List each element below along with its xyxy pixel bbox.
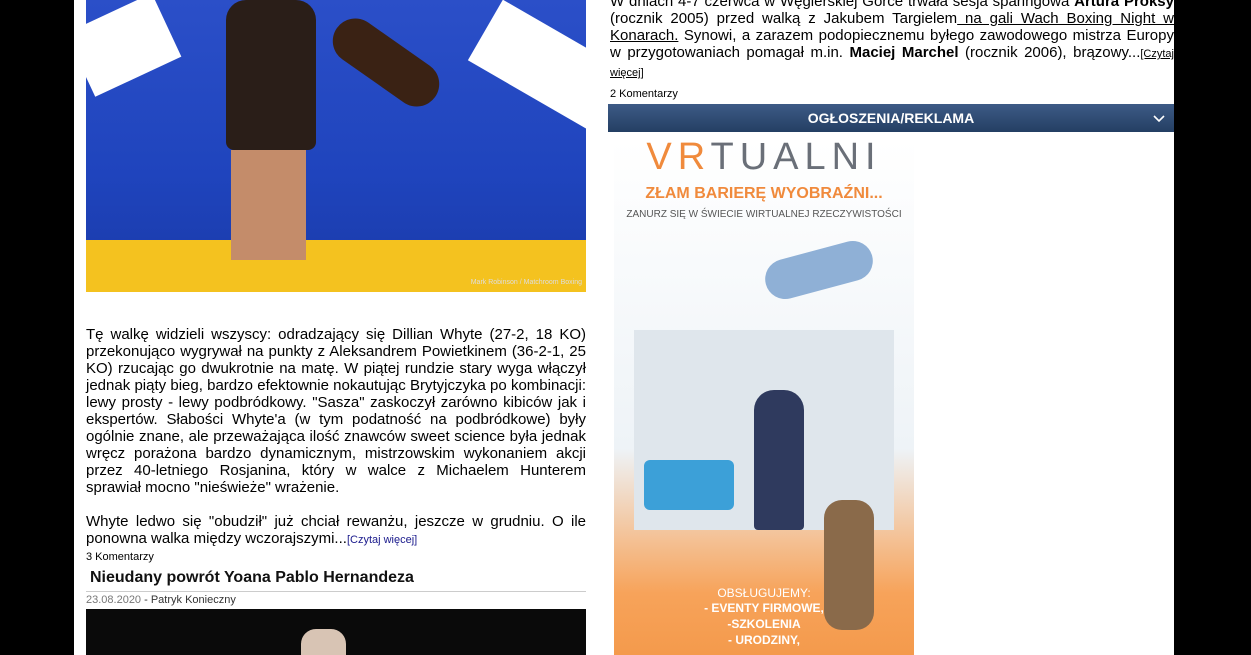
standing-fighter [226, 0, 316, 150]
ad-subtitle: ZANURZ SIĘ W ŚWIECIE WIRTUALNEJ RZECZYWI… [626, 209, 902, 220]
ad-services: OBSŁUGUJEMY: - EVENTY FIRMOWE, -SZKOLENI… [704, 586, 824, 647]
photo-caption: Mark Robinson / Matchroom Boxing [470, 279, 582, 286]
ad-slogan: ZŁAM BARIERĘ WYOBRAŹNI... [645, 185, 883, 202]
ad-illustration [634, 230, 894, 630]
ad-logo: VRTUALNI [646, 140, 882, 178]
read-more-link[interactable]: [Czytaj więcej] [347, 534, 417, 546]
left-column: Mark Robinson / Matchroom Boxing Tę walk… [86, 0, 586, 655]
article-author[interactable]: Patryk Konieczny [151, 594, 236, 606]
article-paragraph: Whyte ledwo się "obudził" już chciał rew… [86, 513, 586, 547]
article-excerpt: W dniach 4-7 czerwca w Węglerskiej Górce… [610, 0, 1174, 79]
comments-link[interactable]: 3 Komentarzy [86, 551, 586, 563]
ads-section-header[interactable]: OGŁOSZENIA/REKLAMA [608, 104, 1174, 132]
comments-link[interactable]: 2 Komentarzy [610, 88, 1174, 100]
article-title[interactable]: Nieudany powrót Yoana Pablo Hernandeza [90, 569, 586, 587]
advertisement-banner[interactable]: VRTUALNI ZŁAM BARIERĘ WYOBRAŹNI... ZANUR… [614, 140, 914, 655]
chevron-down-icon[interactable] [1152, 106, 1166, 134]
article-meta: 23.08.2020 - Patryk Konieczny [86, 594, 236, 606]
article-date: 23.08.2020 [86, 594, 142, 606]
divider [86, 591, 586, 592]
article-photo[interactable] [86, 609, 586, 655]
ads-section-label: OGŁOSZENIA/REKLAMA [807, 110, 975, 126]
article-photo[interactable]: Mark Robinson / Matchroom Boxing [86, 0, 586, 292]
article-paragraph: Tę walkę widzieli wszyscy: odradzający s… [86, 326, 586, 496]
page: Mark Robinson / Matchroom Boxing Tę walk… [74, 0, 1174, 655]
right-column: W dniach 4-7 czerwca w Węglerskiej Górce… [608, 0, 1174, 655]
